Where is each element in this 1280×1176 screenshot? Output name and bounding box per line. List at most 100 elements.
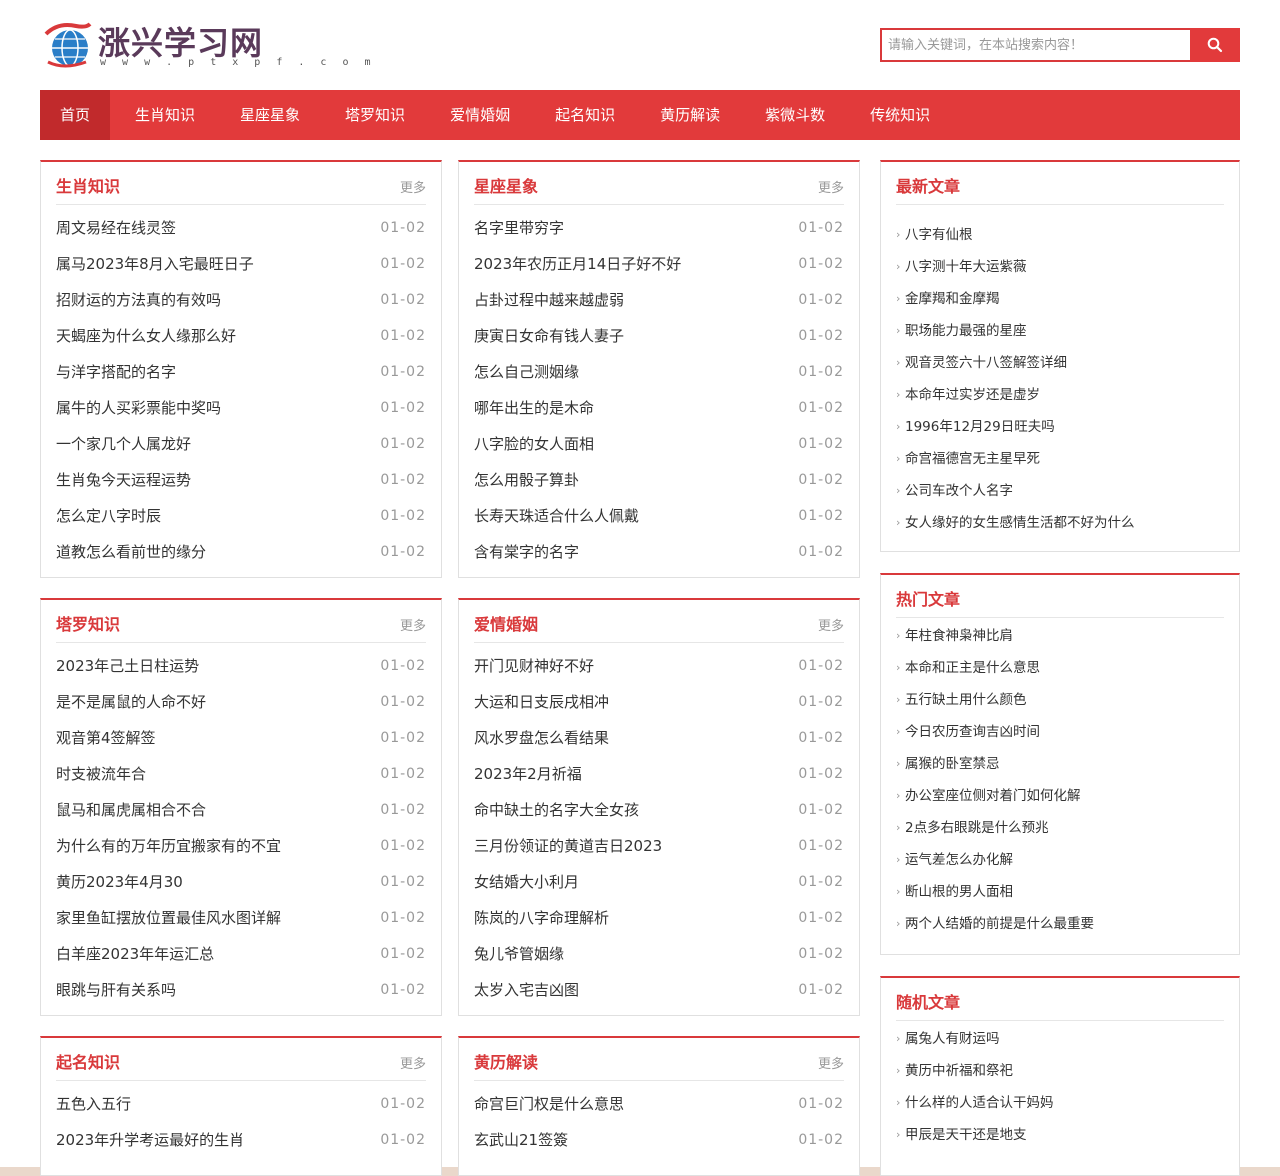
article-link[interactable]: 属马2023年8月入宅最旺日子 bbox=[56, 252, 254, 288]
more-link[interactable]: 更多 bbox=[400, 1053, 426, 1072]
article-date: 01-02 bbox=[380, 730, 426, 746]
more-link[interactable]: 更多 bbox=[818, 615, 844, 634]
article-link[interactable]: 2023年升学考运最好的生肖 bbox=[56, 1128, 244, 1164]
article-link[interactable]: 兔儿爷管姻缘 bbox=[474, 942, 564, 978]
nav-item[interactable]: 紫微斗数 bbox=[745, 90, 845, 140]
sidebar-item[interactable]: › 今日农历查询吉凶时间 bbox=[896, 721, 1224, 753]
more-link[interactable]: 更多 bbox=[400, 615, 426, 634]
article-link[interactable]: 黄历2023年4月30 bbox=[56, 870, 183, 906]
section-title[interactable]: 塔罗知识 bbox=[56, 611, 120, 635]
article-link[interactable]: 2023年农历正月14日子好不好 bbox=[474, 252, 681, 288]
section-title[interactable]: 黄历解读 bbox=[474, 1049, 538, 1073]
article-link[interactable]: 鼠马和属虎属相合不合 bbox=[56, 798, 206, 834]
sidebar-item[interactable]: › 什么样的人适合认干妈妈 bbox=[896, 1092, 1224, 1124]
article-link[interactable]: 天蝎座为什么女人缘那么好 bbox=[56, 324, 236, 360]
article-link[interactable]: 一个家几个人属龙好 bbox=[56, 432, 191, 468]
sidebar-item[interactable]: › 两个人结婚的前提是什么最重要 bbox=[896, 913, 1224, 945]
article-link[interactable]: 怎么用骰子算卦 bbox=[474, 468, 579, 504]
sidebar-item[interactable]: › 观音灵签六十八签解签详细 bbox=[896, 352, 1224, 384]
search-input[interactable] bbox=[880, 28, 1192, 62]
article-link[interactable]: 时支被流年合 bbox=[56, 762, 146, 798]
sidebar-item[interactable]: › 八字有仙根 bbox=[896, 224, 1224, 256]
article-link[interactable]: 八字脸的女人面相 bbox=[474, 432, 594, 468]
article-link[interactable]: 是不是属鼠的人命不好 bbox=[56, 690, 206, 726]
article-link[interactable]: 道教怎么看前世的缘分 bbox=[56, 540, 206, 576]
article-link[interactable]: 庚寅日女命有钱人妻子 bbox=[474, 324, 624, 360]
article-link[interactable]: 太岁入宅吉凶图 bbox=[474, 978, 579, 1014]
article-link[interactable]: 陈岚的八字命理解析 bbox=[474, 906, 609, 942]
list-item: 大运和日支辰戌相冲 01-02 bbox=[474, 690, 844, 726]
list-item: 属牛的人买彩票能中奖吗 01-02 bbox=[56, 396, 426, 432]
nav-item[interactable]: 首页 bbox=[40, 90, 111, 140]
more-link[interactable]: 更多 bbox=[400, 177, 426, 196]
sidebar-item[interactable]: › 女人缘好的女生感情生活都不好为什么 bbox=[896, 512, 1224, 544]
article-link[interactable]: 女结婚大小利月 bbox=[474, 870, 579, 906]
sidebar-item[interactable]: › 断山根的男人面相 bbox=[896, 881, 1224, 913]
article-link[interactable]: 命宫巨门权是什么意思 bbox=[474, 1092, 624, 1128]
article-link[interactable]: 怎么定八字时辰 bbox=[56, 504, 161, 540]
article-link[interactable]: 与洋字搭配的名字 bbox=[56, 360, 176, 396]
article-link[interactable]: 观音第4签解签 bbox=[56, 726, 156, 762]
sidebar-item[interactable]: › 八字测十年大运紫薇 bbox=[896, 256, 1224, 288]
article-link[interactable]: 为什么有的万年历宜搬家有的不宜 bbox=[56, 834, 281, 870]
article-link[interactable]: 2023年己土日柱运势 bbox=[56, 654, 199, 690]
nav-item[interactable]: 生肖知识 bbox=[115, 90, 215, 140]
nav-item[interactable]: 黄历解读 bbox=[640, 90, 740, 140]
sidebar-item[interactable]: › 办公室座位侧对着门如何化解 bbox=[896, 785, 1224, 817]
article-link[interactable]: 玄武山21签簽 bbox=[474, 1128, 568, 1164]
section-title[interactable]: 爱情婚姻 bbox=[474, 611, 538, 635]
chevron-right-icon: › bbox=[896, 292, 901, 305]
section-title[interactable]: 星座星象 bbox=[474, 173, 538, 197]
sidebar-item[interactable]: › 五行缺土用什么颜色 bbox=[896, 689, 1224, 721]
article-link[interactable]: 怎么自己测姻缘 bbox=[474, 360, 579, 396]
chevron-right-icon: › bbox=[896, 420, 901, 433]
sidebar-item[interactable]: › 2点多右眼跳是什么预兆 bbox=[896, 817, 1224, 849]
article-link[interactable]: 开门见财神好不好 bbox=[474, 654, 594, 690]
sidebar-item[interactable]: › 运气差怎么办化解 bbox=[896, 849, 1224, 881]
article-link[interactable]: 哪年出生的是木命 bbox=[474, 396, 594, 432]
article-link[interactable]: 周文易经在线灵签 bbox=[56, 216, 176, 252]
article-link[interactable]: 五色入五行 bbox=[56, 1092, 131, 1128]
article-link[interactable]: 大运和日支辰戌相冲 bbox=[474, 690, 609, 726]
search-button[interactable] bbox=[1190, 28, 1240, 62]
article-link[interactable]: 风水罗盘怎么看结果 bbox=[474, 726, 609, 762]
section-title[interactable]: 起名知识 bbox=[56, 1049, 120, 1073]
article-date: 01-02 bbox=[380, 436, 426, 452]
article-link[interactable]: 属牛的人买彩票能中奖吗 bbox=[56, 396, 221, 432]
more-link[interactable]: 更多 bbox=[818, 1053, 844, 1072]
section-title[interactable]: 生肖知识 bbox=[56, 173, 120, 197]
article-link[interactable]: 名字里带穷字 bbox=[474, 216, 564, 252]
article-link[interactable]: 招财运的方法真的有效吗 bbox=[56, 288, 221, 324]
article-link[interactable]: 眼跳与肝有关系吗 bbox=[56, 978, 176, 1014]
sidebar-item[interactable]: › 属猴的卧室禁忌 bbox=[896, 753, 1224, 785]
sidebar-item[interactable]: › 本命和正主是什么意思 bbox=[896, 657, 1224, 689]
sidebar-item[interactable]: › 金摩羯和金摩羯 bbox=[896, 288, 1224, 320]
nav-item[interactable]: 起名知识 bbox=[535, 90, 635, 140]
article-link[interactable]: 长寿天珠适合什么人佩戴 bbox=[474, 504, 639, 540]
sidebar-item[interactable]: › 职场能力最强的星座 bbox=[896, 320, 1224, 352]
nav-item[interactable]: 爱情婚姻 bbox=[430, 90, 530, 140]
sidebar-item[interactable]: › 公司车改个人名字 bbox=[896, 480, 1224, 512]
sidebar-item[interactable]: › 黄历中祈福和祭祀 bbox=[896, 1060, 1224, 1092]
article-link[interactable]: 命中缺土的名字大全女孩 bbox=[474, 798, 639, 834]
sidebar-item[interactable]: › 1996年12月29日旺夫吗 bbox=[896, 416, 1224, 448]
article-link[interactable]: 占卦过程中越来越虚弱 bbox=[474, 288, 624, 324]
sidebar-item[interactable]: › 属兔人有财运吗 bbox=[896, 1028, 1224, 1060]
nav-item[interactable]: 星座星象 bbox=[220, 90, 320, 140]
article-link[interactable]: 家里鱼缸摆放位置最佳风水图详解 bbox=[56, 906, 281, 942]
article-link[interactable]: 白羊座2023年年运汇总 bbox=[56, 942, 214, 978]
nav-item[interactable]: 塔罗知识 bbox=[325, 90, 425, 140]
article-link[interactable]: 生肖兔今天运程运势 bbox=[56, 468, 191, 504]
sidebar-item[interactable]: › 本命年过实岁还是虚岁 bbox=[896, 384, 1224, 416]
site-logo[interactable]: 涨兴学习网 w w w . p t x p f . c o m bbox=[42, 18, 371, 74]
list-item: 2023年己土日柱运势 01-02 bbox=[56, 654, 426, 690]
article-link[interactable]: 三月份领证的黄道吉日2023 bbox=[474, 834, 662, 870]
article-link[interactable]: 含有棠字的名字 bbox=[474, 540, 579, 576]
sidebar-item[interactable]: › 年柱食神枭神比肩 bbox=[896, 625, 1224, 657]
section-panel: 黄历解读 更多 命宫巨门权是什么意思 01-02 玄武山21签簽 01-02 bbox=[458, 1036, 860, 1176]
article-link[interactable]: 2023年2月祈福 bbox=[474, 762, 582, 798]
more-link[interactable]: 更多 bbox=[818, 177, 844, 196]
nav-item[interactable]: 传统知识 bbox=[850, 90, 950, 140]
sidebar-item[interactable]: › 命宫福德宫无主星早死 bbox=[896, 448, 1224, 480]
sidebar-item[interactable]: › 甲辰是天干还是地支 bbox=[896, 1124, 1224, 1156]
